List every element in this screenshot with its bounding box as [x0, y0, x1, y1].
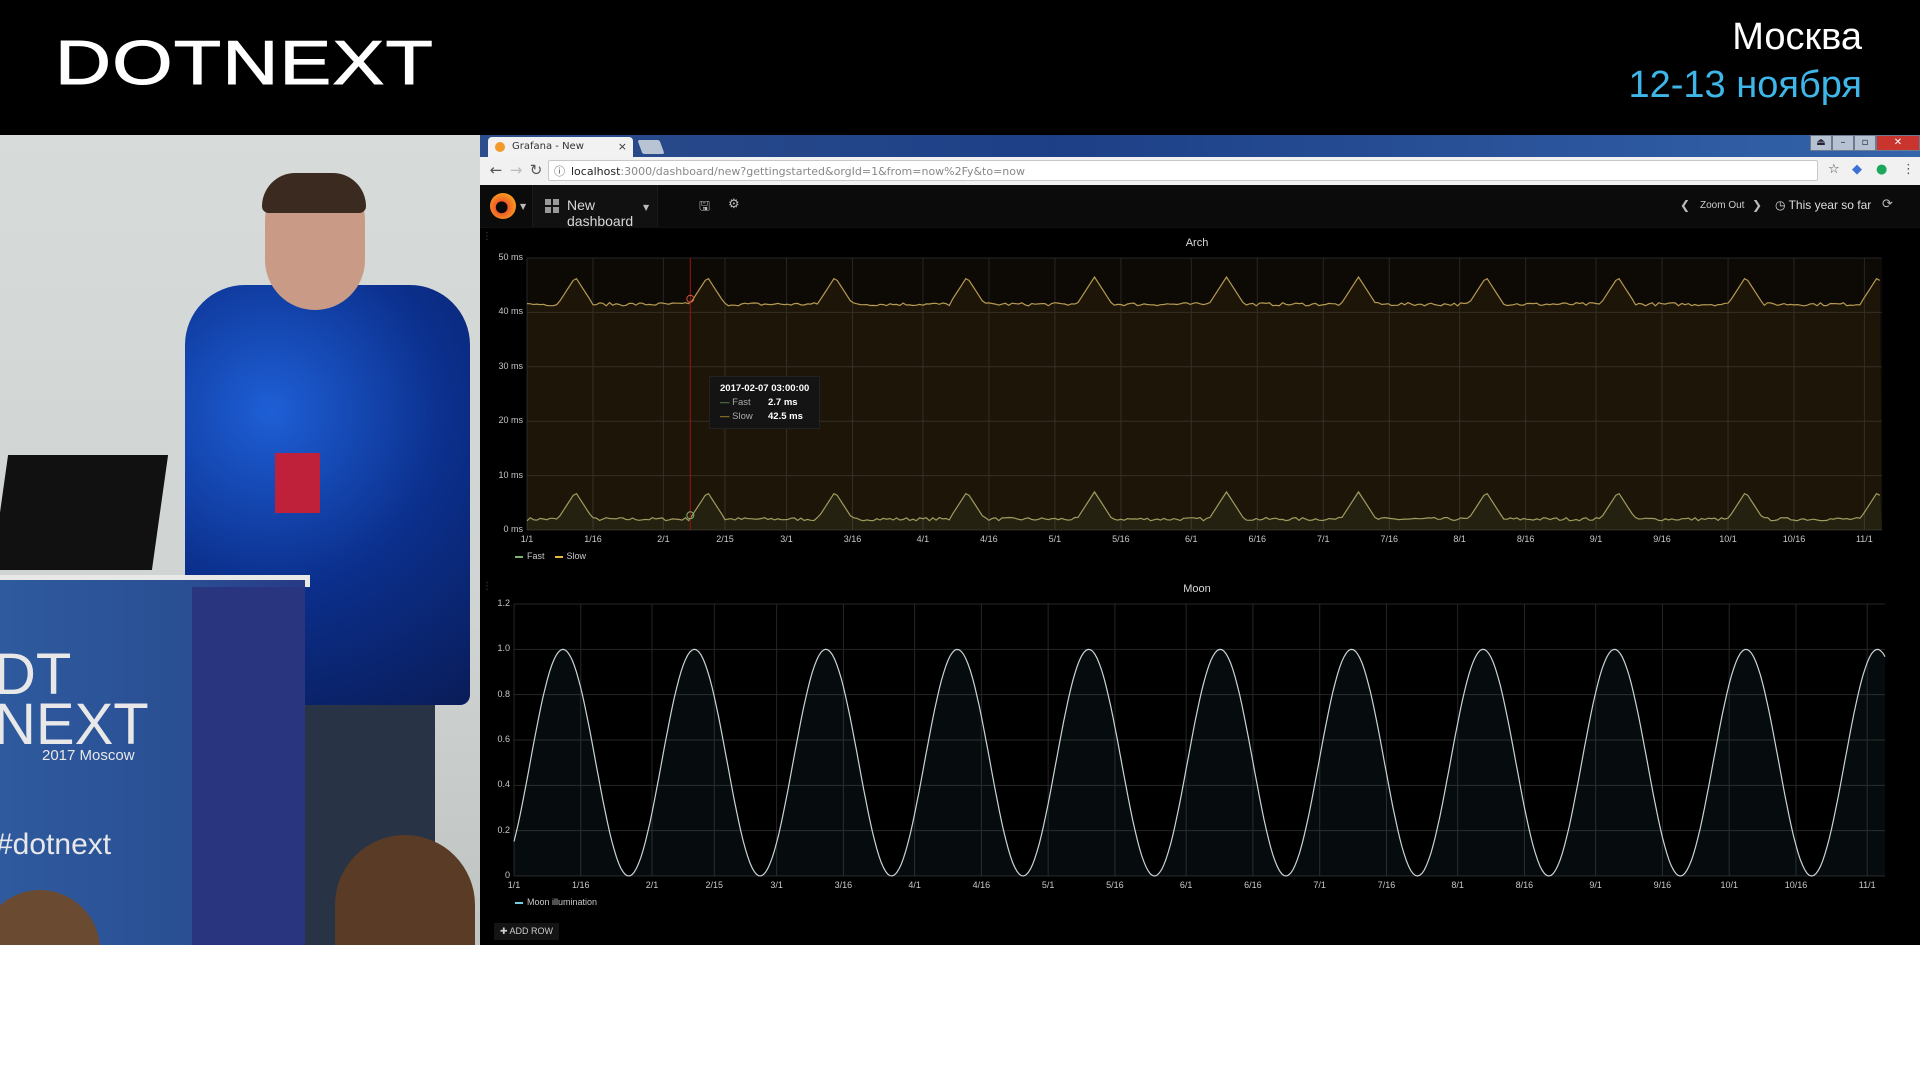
legend-label: Fast	[527, 551, 545, 561]
legend-item-slow[interactable]: Slow	[554, 551, 587, 561]
moon-x-tick-label: 4/16	[972, 880, 991, 890]
arch-x-tick-label: 10/16	[1782, 534, 1806, 544]
arch-x-tick-label: 4/1	[916, 534, 930, 544]
plus-icon: ✚	[500, 926, 510, 936]
tooltip-time: 2017-02-07 03:00:00	[720, 383, 810, 394]
arch-x-tick-label: 8/16	[1516, 534, 1535, 544]
arch-y-tick-label: 20 ms	[498, 415, 523, 426]
arch-y-tick-label: 40 ms	[498, 306, 523, 317]
arch-x-tick-label: 10/1	[1719, 534, 1737, 544]
arch-y-tick-label: 30 ms	[498, 360, 523, 371]
legend-item-fast[interactable]: Fast	[515, 551, 545, 561]
tooltip-series-name: Fast	[732, 397, 751, 408]
series-area-moon-illumination	[514, 649, 1885, 876]
speaker-badge	[275, 453, 320, 513]
arch-chart	[513, 257, 1886, 877]
arch-x-tick-label: 4/16	[980, 534, 998, 544]
arch-x-tick-label: 11/1	[1855, 534, 1873, 544]
tooltip-series-name: Slow	[732, 411, 753, 422]
arch-x-tick-label: 1/16	[584, 534, 602, 544]
legend-label: Slow	[566, 551, 587, 561]
moon-legend: Moon illumination	[515, 897, 597, 907]
arch-x-tick-label: 5/1	[1048, 534, 1062, 544]
arch-x-tick-label: 8/1	[1453, 534, 1466, 544]
dates-label: 12-13 ноября	[1628, 64, 1863, 106]
podium-logo-line2: NEXT	[0, 692, 149, 757]
moon-x-tick-label: 7/16	[1377, 880, 1396, 890]
legend-item-moon-illumination[interactable]: Moon illumination	[515, 897, 597, 907]
arch-y-tick-label: 10 ms	[498, 469, 523, 480]
arch-x-tick-label: 9/1	[1589, 534, 1603, 544]
moon-y-tick-label: 1.2	[497, 598, 510, 608]
moon-y-tick-label: 0	[504, 870, 510, 880]
row-drag-handle-icon[interactable]: ⋮	[482, 581, 492, 592]
moon-x-tick-label: 2/1	[645, 880, 659, 890]
arch-x-tick-label: 6/1	[1185, 534, 1198, 544]
moon-x-tick-label: 9/16	[1653, 880, 1672, 890]
podium-side	[192, 587, 305, 945]
moon-swatch	[515, 901, 523, 904]
moon-x-tick-label: 4/1	[908, 880, 921, 890]
slow-swatch	[554, 555, 563, 558]
moon-x-tick-label: 1/1	[507, 880, 521, 890]
tooltip-row: — Fast 2.7 ms	[720, 397, 798, 408]
moon-x-tick-label: 1/16	[572, 880, 590, 890]
arch-y-tick-label: 0 ms	[503, 524, 523, 534]
moon-y-tick-label: 0.4	[497, 779, 510, 790]
moon-x-tick-label: 7/1	[1313, 880, 1326, 890]
podium-hashtag: #dotnext	[0, 828, 112, 861]
moon-panel-title[interactable]: Moon	[1183, 583, 1211, 595]
fast-swatch	[515, 555, 523, 558]
speaker-camera-view: DT NEXT 2017 Moscow #dotnext	[0, 135, 480, 945]
arch-legend: Fast Slow	[515, 551, 586, 561]
podium-logo: DT NEXT	[0, 646, 149, 757]
arch-x-tick-label: 5/16	[1112, 534, 1130, 544]
moon-x-tick-label: 8/1	[1451, 880, 1464, 890]
hover-tooltip: 2017-02-07 03:00:00 — Fast 2.7 ms — Slow 4…	[709, 376, 821, 429]
arch-x-tick-label: 2/15	[716, 534, 734, 544]
moon-x-tick-label: 3/16	[834, 880, 853, 890]
moon-x-tick-label: 10/16	[1784, 880, 1808, 890]
arch-x-tick-label: 1/1	[520, 534, 534, 544]
video-frame: DT NEXT 2017 Moscow #dotnext Grafana - N…	[0, 135, 1920, 945]
moon-y-tick-label: 0.6	[497, 734, 510, 744]
moon-y-tick-label: 1.0	[497, 643, 510, 654]
add-row-label: ADD ROW	[509, 926, 554, 936]
arch-x-tick-label: 6/16	[1248, 534, 1267, 544]
podium-year: 2017 Moscow	[42, 747, 135, 764]
moon-x-tick-label: 5/16	[1106, 880, 1124, 890]
moon-x-tick-label: 8/16	[1515, 880, 1534, 890]
add-row-button[interactable]: ✚ ADD ROW	[494, 923, 560, 940]
city-label: Москва	[1732, 16, 1862, 58]
arch-x-tick-label: 2/1	[657, 534, 670, 544]
arch-x-tick-label: 7/1	[1317, 534, 1330, 544]
tooltip-value: 42.5 ms	[768, 411, 803, 422]
arch-x-tick-label: 3/1	[780, 534, 793, 544]
tooltip-row: — Slow 42.5 ms	[720, 411, 803, 422]
moon-x-tick-label: 11/1	[1858, 880, 1876, 890]
arch-y-tick-label: 50 ms	[498, 252, 523, 262]
speaker-hair	[262, 173, 366, 213]
arch-x-tick-label: 3/16	[843, 534, 862, 544]
arch-x-tick-label: 7/16	[1380, 534, 1399, 544]
arch-x-tick-label: 9/16	[1653, 534, 1671, 544]
moon-x-tick-label: 3/1	[770, 880, 783, 890]
moon-y-tick-label: 0.2	[497, 824, 510, 835]
moon-x-tick-label: 2/15	[705, 880, 724, 890]
legend-label: Moon illumination	[527, 897, 598, 907]
moon-x-tick-label: 6/1	[1179, 880, 1193, 890]
laptop	[0, 455, 169, 570]
dotnext-logo: DOTNEXT	[54, 29, 435, 99]
moon-x-tick-label: 5/1	[1041, 880, 1055, 890]
tooltip-value: 2.7 ms	[768, 397, 798, 408]
moon-x-tick-label: 10/1	[1720, 880, 1738, 890]
moon-x-tick-label: 9/1	[1589, 880, 1602, 890]
browser-window: Grafana - New dashboar × ⏏ – ▫ ✕ ← → ↻ ⓘ…	[480, 135, 1920, 945]
moon-y-tick-label: 0.8	[497, 688, 510, 699]
slide-header: DOTNEXT Москва 12-13 ноября	[0, 0, 1920, 135]
moon-x-tick-label: 6/16	[1244, 880, 1262, 890]
